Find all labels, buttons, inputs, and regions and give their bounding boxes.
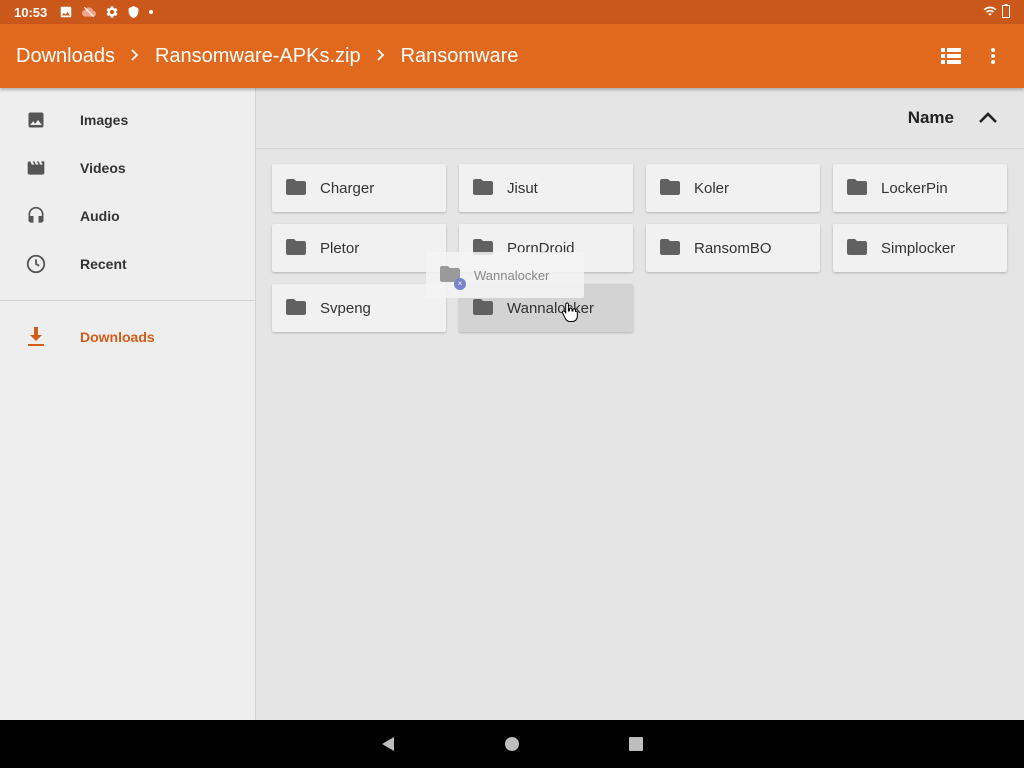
folder-item[interactable]: RansomBO: [646, 224, 820, 272]
more-vert-icon[interactable]: [972, 35, 1014, 77]
folder-icon: [473, 299, 493, 317]
breadcrumb-zip[interactable]: Ransomware-APKs.zip: [139, 45, 361, 68]
folder-icon: [847, 179, 867, 197]
folder-item[interactable]: PornDroid: [459, 224, 633, 272]
sidebar: Images Videos Audio Recent Downloads: [0, 88, 256, 720]
folder-name: Simplocker: [881, 239, 956, 257]
folder-item[interactable]: Koler: [646, 164, 820, 212]
sort-bar: Name: [256, 88, 1024, 149]
clock-icon: [24, 252, 48, 276]
chevron-up-icon[interactable]: [976, 106, 1000, 130]
sort-label[interactable]: Name: [908, 108, 954, 128]
folder-name: Jisut: [507, 179, 538, 197]
sidebar-divider: [0, 300, 255, 301]
cloud-off-icon: [81, 5, 97, 19]
folder-name: LockerPin: [881, 179, 948, 197]
folder-name: RansomBO: [694, 239, 772, 257]
image-icon: [24, 108, 48, 132]
home-icon[interactable]: [488, 720, 536, 768]
image-icon: [59, 5, 73, 19]
list-view-icon[interactable]: [930, 35, 972, 77]
screen: 10:53 Downloads Ransomware-APKs.zip Rans…: [0, 0, 1024, 768]
sidebar-item-label: Videos: [80, 160, 126, 176]
folder-item-selected[interactable]: Wannalocker: [459, 284, 633, 332]
download-icon: [24, 325, 48, 349]
sidebar-item-images[interactable]: Images: [0, 96, 255, 144]
status-time: 10:53: [14, 4, 48, 20]
sidebar-item-label: Recent: [80, 256, 127, 272]
dot-icon: [148, 9, 154, 15]
battery-icon: [1002, 3, 1010, 21]
folder-item[interactable]: Jisut: [459, 164, 633, 212]
folder-icon: [286, 299, 306, 317]
folder-icon: [286, 239, 306, 257]
sidebar-item-label: Downloads: [80, 329, 155, 345]
breadcrumb-downloads[interactable]: Downloads: [0, 45, 115, 68]
folder-item[interactable]: Svpeng: [272, 284, 446, 332]
sidebar-item-recent[interactable]: Recent: [0, 240, 255, 288]
folder-name: Wannalocker: [507, 299, 594, 317]
settings-icon: [105, 5, 119, 19]
folder-item[interactable]: LockerPin: [833, 164, 1007, 212]
breadcrumb-current[interactable]: Ransomware: [385, 45, 519, 68]
folder-icon: [660, 179, 680, 197]
folder-icon: [473, 239, 493, 257]
folder-name: Pletor: [320, 239, 360, 257]
folder-icon: [286, 179, 306, 197]
headphones-icon: [24, 204, 48, 228]
folder-name: Svpeng: [320, 299, 371, 317]
sidebar-item-audio[interactable]: Audio: [0, 192, 255, 240]
recents-icon[interactable]: [612, 720, 660, 768]
sidebar-item-videos[interactable]: Videos: [0, 144, 255, 192]
folder-icon: [847, 239, 867, 257]
movie-icon: [24, 156, 48, 180]
system-nav-bar: [0, 720, 1024, 768]
folder-name: PornDroid: [507, 239, 575, 257]
status-bar: 10:53: [0, 0, 1024, 24]
folder-item[interactable]: Simplocker: [833, 224, 1007, 272]
folder-item[interactable]: Charger: [272, 164, 446, 212]
folder-icon: [473, 179, 493, 197]
back-icon[interactable]: [364, 720, 412, 768]
sidebar-item-downloads[interactable]: Downloads: [0, 313, 255, 361]
main-content: Name Charger Jisut Koler LockerPin Pleto…: [256, 88, 1024, 720]
sidebar-item-label: Audio: [80, 208, 120, 224]
sidebar-item-label: Images: [80, 112, 129, 128]
folder-icon: [660, 239, 680, 257]
wifi-icon: [982, 4, 998, 21]
folder-name: Charger: [320, 179, 375, 197]
app-bar: Downloads Ransomware-APKs.zip Ransomware: [0, 24, 1024, 88]
shield-icon: [127, 5, 140, 19]
folder-item[interactable]: Pletor: [272, 224, 446, 272]
folder-name: Koler: [694, 179, 730, 197]
